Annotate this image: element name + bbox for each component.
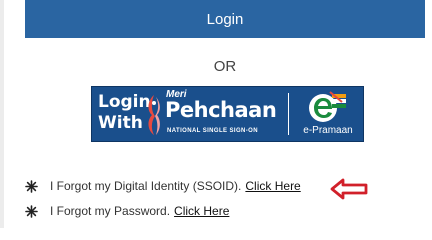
- forgot-ssoid-link[interactable]: Click Here: [245, 179, 300, 193]
- snowflake-icon: [25, 179, 38, 193]
- banner-divider: [288, 93, 289, 135]
- page-edge: [0, 0, 4, 228]
- forgot-password-text: I Forgot my Password.: [50, 204, 171, 218]
- or-separator: OR: [213, 58, 237, 75]
- forgot-ssoid-row: I Forgot my Digital Identity (SSOID). Cl…: [25, 177, 301, 195]
- forgot-ssoid-text: I Forgot my Digital Identity (SSOID).: [50, 179, 242, 193]
- login-button-label: Login: [206, 10, 244, 28]
- forgot-password-row: I Forgot my Password. Click Here: [25, 202, 229, 220]
- epramaan-label: e-Pramaan: [303, 125, 353, 136]
- meri-pehchaan-figure-icon: [148, 95, 160, 135]
- left-arrow-icon: [330, 178, 368, 200]
- pehchaan-text: Pehchaan: [165, 98, 277, 122]
- login-button[interactable]: Login: [25, 0, 425, 38]
- tagline-text: NATIONAL SINGLE SIGN-ON: [167, 128, 258, 134]
- meri-pehchaan-login-button[interactable]: Login With Meri Pehchaan NATIONAL SINGLE…: [91, 86, 364, 142]
- forgot-password-link[interactable]: Click Here: [174, 204, 229, 218]
- epramaan-logo-icon: [309, 91, 346, 122]
- snowflake-icon: [25, 204, 38, 218]
